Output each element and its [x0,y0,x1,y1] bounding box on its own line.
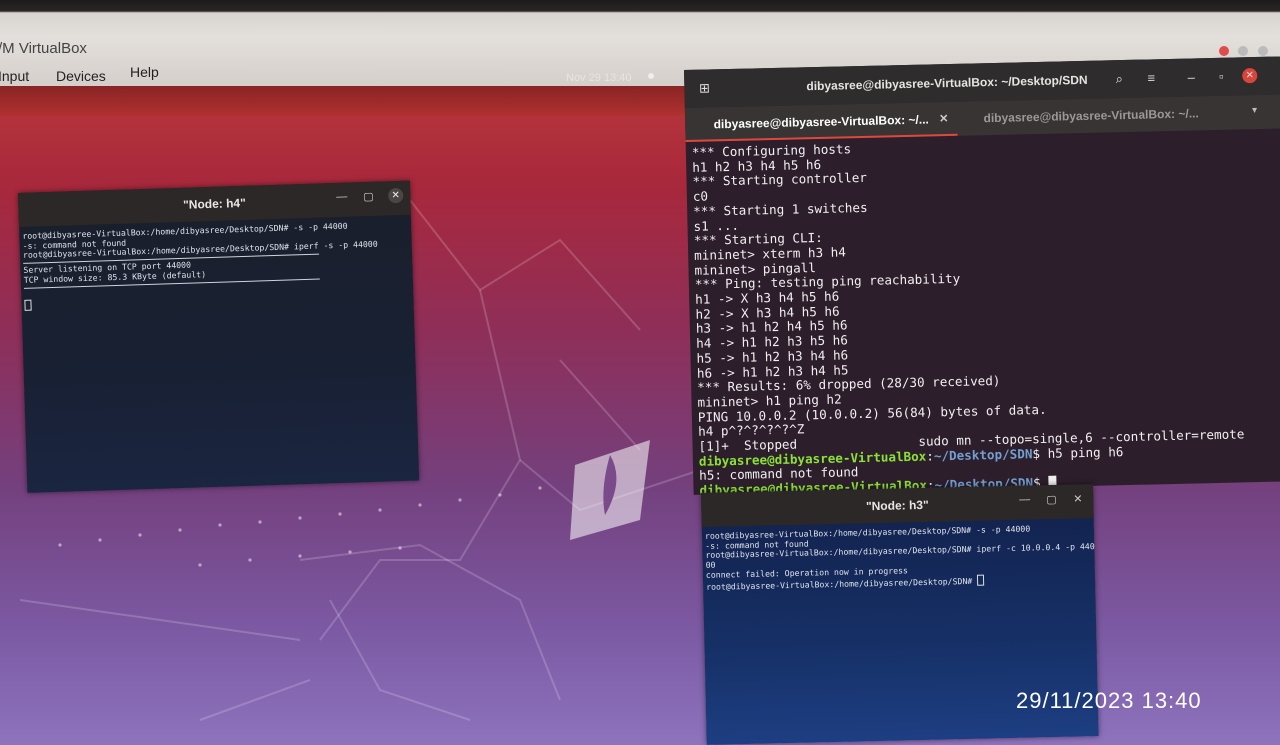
prompt-command: h5 ping h6 [1047,443,1124,461]
gnome-clock[interactable]: Nov 29 13:40 [566,72,631,84]
terminal-window[interactable]: ⊞ dibyasree@dibyasree-VirtualBox: ~/Desk… [684,56,1280,498]
close-icon[interactable] [1219,46,1229,56]
tab-label: dibyasree@dibyasree-VirtualBox: ~/... [983,106,1199,126]
xterm-output[interactable]: root@dibyasree-VirtualBox:/home/dibyasre… [19,215,413,312]
menu-help[interactable]: Help [130,64,159,80]
terminal-output[interactable]: *** Configuring hosts h1 h2 h3 h4 h5 h6 … [686,128,1280,498]
window-title: "Node: h4" [182,195,247,212]
terminal-title: dibyasree@dibyasree-VirtualBox: ~/Deskto… [806,72,1088,94]
maximize-icon[interactable]: ▢ [363,190,374,203]
virtualbox-title: /M VirtualBox [0,40,87,57]
window-title: "Node: h3" [865,497,929,514]
usb-icon[interactable] [1258,46,1268,56]
tab-inactive[interactable]: dibyasree@dibyasree-VirtualBox: ~/... [961,96,1222,136]
output-line: s1 ... [693,217,740,234]
output-line: root@dibyasree-VirtualBox:/home/dibyasre… [704,523,1031,541]
minimize-icon[interactable]: — [1019,494,1030,506]
hamburger-menu-icon[interactable]: ≡ [1141,68,1161,88]
notification-dot-icon [648,73,654,79]
cursor [24,299,32,312]
close-icon[interactable]: ✕ [1242,67,1258,84]
cursor [977,574,985,586]
prompt-path: ~/Desktop/SDN [933,445,1033,464]
new-tab-icon[interactable]: ⊞ [694,78,714,98]
photo-timestamp: 29/11/2023 13:40 [1016,688,1202,713]
menu-devices[interactable]: Devices [56,68,106,84]
tab-active[interactable]: dibyasree@dibyasree-VirtualBox: ~/... ✕ [684,101,958,142]
xterm-output[interactable]: root@dibyasree-VirtualBox:/home/dibyasre… [702,518,1095,592]
xterm-window-h4[interactable]: "Node: h4" — ▢ ✕ root@dibyasree-VirtualB… [18,180,420,493]
output-line: c0 [692,188,709,204]
tab-close-icon[interactable]: ✕ [939,102,949,136]
output-line: *** Starting controller [692,170,868,190]
network-icon[interactable] [1238,46,1248,56]
maximize-icon[interactable]: ▫ [1211,67,1231,87]
menu-input[interactable]: Input [0,68,29,84]
minimize-icon[interactable]: — [336,191,347,203]
search-icon[interactable]: ⌕ [1109,69,1129,89]
maximize-icon[interactable]: ▢ [1046,493,1057,506]
tab-label: dibyasree@dibyasree-VirtualBox: ~/... [713,112,929,132]
close-icon[interactable]: ✕ [1073,492,1082,505]
tabs-dropdown-icon[interactable]: ▾ [1252,105,1257,116]
output-line: 00 [705,559,716,571]
output-line: *** Starting 1 switches [693,199,868,219]
minimize-icon[interactable]: – [1181,67,1201,87]
